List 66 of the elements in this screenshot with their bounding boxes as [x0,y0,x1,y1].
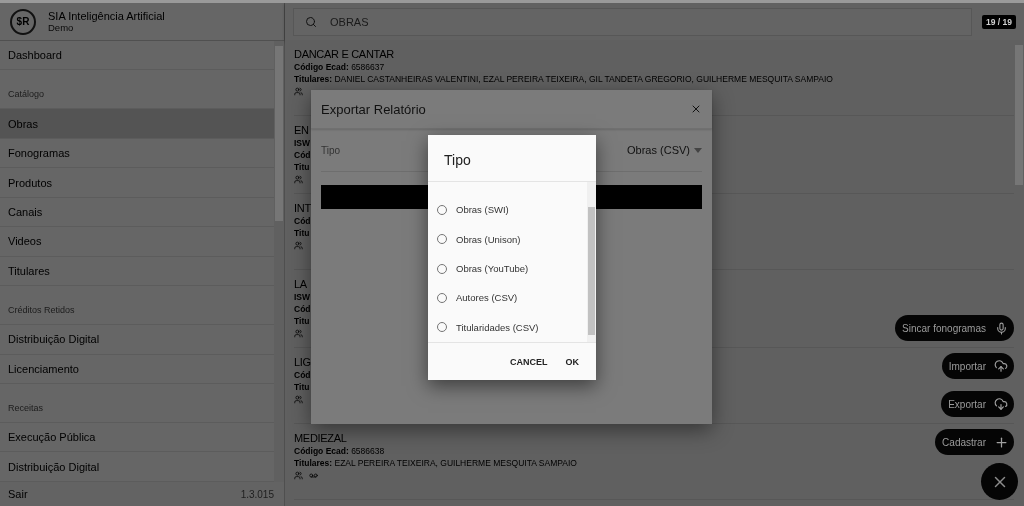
work-detail: Titulares: DANIEL CASTANHEIRAS VALENTINI, EZAL PEREIRA TEIXEIRA, GIL TANDETA GREGORIO, GUILHERME MESQUITA SAMPAIO [294,74,833,84]
close-button[interactable] [690,103,702,115]
option-label: Titularidades (CSV) [456,321,539,333]
work-detail: Cód [294,304,311,314]
work-detail: Código Ecad: 6586638 [294,446,385,456]
work-detail: Titu [294,228,310,238]
work-detail: Titu [294,316,310,326]
option-label: Obras (YouTube) [456,263,529,274]
people-icon [294,241,303,250]
work-detail: Cód [294,150,311,160]
work-title: INT [294,202,311,214]
radio-option[interactable]: Obras (Unison) [428,224,587,254]
people-icon [294,87,303,96]
microphone-icon [994,321,1008,335]
work-detail: Titu [294,162,310,172]
app-subtitle: Demo [48,22,74,33]
search-icon [305,15,317,28]
work-title: LA [294,278,307,290]
scrollbar-thumb[interactable] [588,207,595,335]
action-button[interactable]: Sincar fonogramas [895,315,1014,341]
work-detail: Cód [294,370,311,380]
people-icon [294,471,303,480]
option-label: Obras (Unison) [456,233,521,245]
work-title: MEDIEZAL [294,432,347,444]
option-label: Autores (CSV) [456,292,518,304]
work-detail: Titu [294,382,310,392]
cancel-button[interactable]: CANCEL [503,352,555,371]
ok-button[interactable]: OK [558,352,586,371]
scrollbar-thumb[interactable] [1015,45,1023,185]
voicemail-icon [309,471,318,480]
radio-option[interactable]: Titularidades (CSV) [428,312,587,343]
action-button[interactable]: Cadastrar [935,429,1014,455]
work-title: DANCAR E CANTAR [294,48,394,60]
field-label: Tipo [321,144,341,156]
picker-title: Tipo [443,151,472,170]
radio-option[interactable]: Autores (CSV) [428,283,587,313]
people-icon [294,395,303,404]
type-select[interactable]: Obras (CSV) [627,144,702,156]
work-detail: ISW [294,292,311,302]
result-counter: 19 / 19 [982,14,1016,29]
people-icon [294,175,303,184]
work-detail: Cód [294,216,311,226]
action-button[interactable]: Exportar [941,391,1014,417]
people-icon [294,329,303,338]
logo: $R [10,8,36,35]
dialog-title: Exportar Relatório [321,101,426,117]
app-title: SIA Inteligência Artificial [48,10,165,22]
work-detail: ISW [294,138,311,148]
cloud-download-icon [994,397,1008,411]
scrollbar-thumb[interactable] [275,46,283,221]
work-title: LIG [294,356,311,368]
option-label: Obras (SWI) [456,204,509,216]
version-label: 1.3.015 [240,488,274,500]
logout-link[interactable]: Sair [8,488,28,500]
radio-option[interactable]: Obras (YouTube) [428,253,587,284]
action-button[interactable]: Importar [941,353,1014,379]
sidebar-item[interactable]: Obras [0,109,274,139]
caret-icon [694,147,702,153]
work-detail: Titulares: EZAL PEREIRA TEIXEIRA, GUILHERME MESQUITA SAMPAIO [294,458,577,468]
search-field[interactable]: OBRAS [293,7,972,36]
work-title: EN [294,124,309,136]
plus-icon [993,434,1009,450]
close-icon [690,103,702,115]
work-detail: Código Ecad: 6586637 [294,62,385,72]
radio-option[interactable]: Obras (SWI) [428,195,587,225]
cloud-upload-icon [994,359,1008,373]
